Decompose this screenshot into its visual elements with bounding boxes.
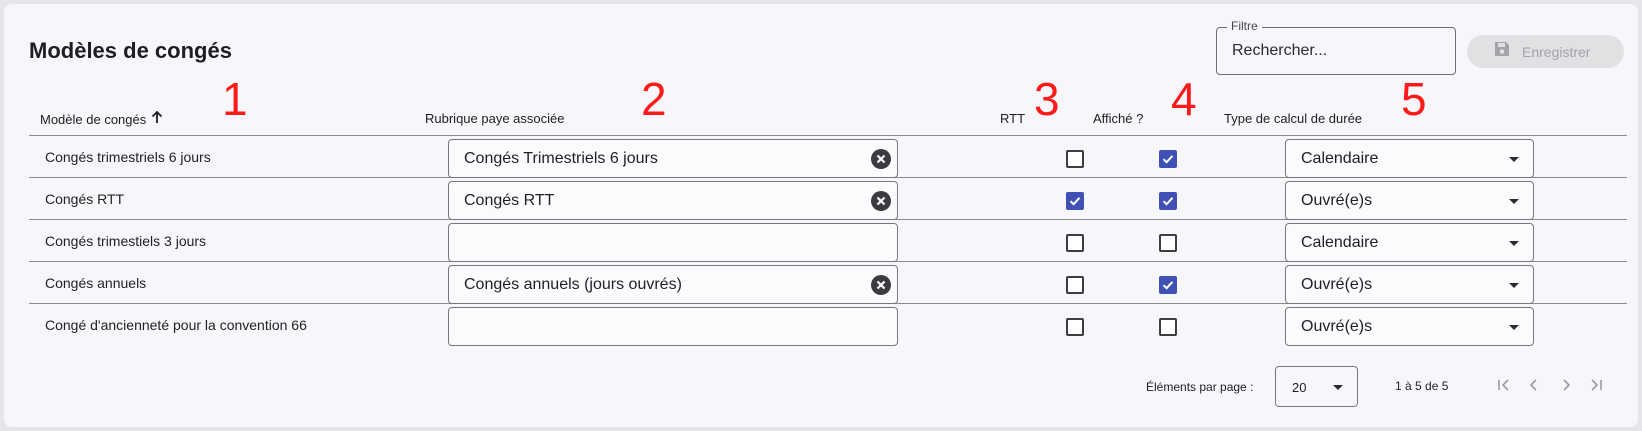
column-header-type-calcul[interactable]: Type de calcul de durée [1224,111,1362,126]
column-header-rtt-label: RTT [1000,111,1026,126]
affiche-checkbox[interactable] [1159,234,1177,252]
filter-label: Filtre [1227,19,1262,33]
rtt-checkbox[interactable] [1066,150,1084,168]
clear-icon[interactable] [871,191,891,211]
row-modele-label: Congés RTT [45,191,125,207]
page-title: Modèles de congés [29,38,232,63]
type-calcul-select[interactable]: Calendaire [1285,223,1534,262]
arrow-up-icon [151,110,163,127]
rtt-checkbox[interactable] [1066,276,1084,294]
clear-icon[interactable] [871,275,891,295]
row-modele-label: Congés annuels [45,275,147,291]
type-calcul-value: Ouvré(e)s [1301,318,1373,335]
rubrique-autocomplete[interactable] [448,307,898,346]
row-divider [29,135,1627,136]
next-page-button[interactable] [1555,376,1577,398]
column-header-affiche-label: Affiché ? [1093,111,1144,126]
items-per-page-label: Éléments par page : [1146,380,1254,394]
row-modele-label: Congé d'ancienneté pour la convention 66 [45,317,307,333]
type-calcul-select[interactable]: Ouvré(e)s [1285,181,1534,220]
chevron-down-icon [1509,241,1519,246]
chevron-right-icon [1559,378,1573,397]
row-modele-label: Congés trimestiels 3 jours [45,233,207,249]
annotation-number-4: 4 [1171,73,1197,125]
affiche-checkbox[interactable] [1159,192,1177,210]
chevron-down-icon [1333,385,1343,390]
rubrique-autocomplete[interactable]: Congés annuels (jours ouvrés) [448,265,898,304]
chevron-down-icon [1509,157,1519,162]
column-header-rubrique[interactable]: Rubrique paye associée [425,111,564,126]
rubrique-value: Congés RTT [464,192,555,209]
chevron-down-icon [1509,199,1519,204]
rubrique-autocomplete[interactable]: Congés RTT [448,181,898,220]
save-button-label: Enregistrer [1522,43,1591,60]
rtt-checkbox[interactable] [1066,192,1084,210]
type-calcul-value: Ouvré(e)s [1301,192,1373,209]
rubrique-value: Congés Trimestriels 6 jours [464,150,658,167]
rtt-checkbox[interactable] [1066,318,1084,336]
clear-icon[interactable] [871,149,891,169]
column-header-rubrique-label: Rubrique paye associée [425,111,565,126]
annotation-number-5: 5 [1401,73,1427,125]
search-input[interactable] [1232,42,1442,60]
type-calcul-select[interactable]: Calendaire [1285,139,1534,178]
save-button[interactable]: Enregistrer [1467,35,1624,68]
column-header-rtt[interactable]: RTT [1000,111,1025,126]
save-icon [1494,41,1510,62]
type-calcul-select[interactable]: Ouvré(e)s [1285,307,1534,346]
affiche-checkbox[interactable] [1159,276,1177,294]
type-calcul-select[interactable]: Ouvré(e)s [1285,265,1534,304]
rubrique-autocomplete[interactable] [448,223,898,262]
annotation-number-2: 2 [641,73,667,125]
rubrique-value: Congés annuels (jours ouvrés) [464,276,682,293]
previous-page-button[interactable] [1523,376,1545,398]
page-range-label: 1 à 5 de 5 [1395,379,1449,393]
column-header-modele-label: Modèle de congés [40,111,147,127]
type-calcul-value: Ouvré(e)s [1301,276,1373,293]
last-page-icon [1589,378,1603,397]
first-page-icon [1497,378,1511,397]
type-calcul-value: Calendaire [1301,234,1379,251]
annotation-number-1: 1 [222,73,248,125]
column-header-affiche[interactable]: Affiché ? [1093,111,1143,126]
column-header-type-calcul-label: Type de calcul de durée [1224,111,1363,126]
first-page-button[interactable] [1493,376,1515,398]
templates-card: Modèles de congés Filtre Enregistrer Mod… [4,4,1638,427]
column-header-modele[interactable]: Modèle de congés [40,110,163,127]
items-per-page-select[interactable]: 20 [1275,366,1358,407]
row-modele-label: Congés trimestriels 6 jours [45,149,211,165]
chevron-down-icon [1509,325,1519,330]
filter-field[interactable]: Filtre [1216,19,1456,75]
rtt-checkbox[interactable] [1066,234,1084,252]
affiche-checkbox[interactable] [1159,318,1177,336]
items-per-page-value: 20 [1292,380,1307,395]
affiche-checkbox[interactable] [1159,150,1177,168]
annotation-number-3: 3 [1034,73,1060,125]
chevron-down-icon [1509,283,1519,288]
last-page-button[interactable] [1585,376,1607,398]
type-calcul-value: Calendaire [1301,150,1379,167]
chevron-left-icon [1527,378,1541,397]
rubrique-autocomplete[interactable]: Congés Trimestriels 6 jours [448,139,898,178]
